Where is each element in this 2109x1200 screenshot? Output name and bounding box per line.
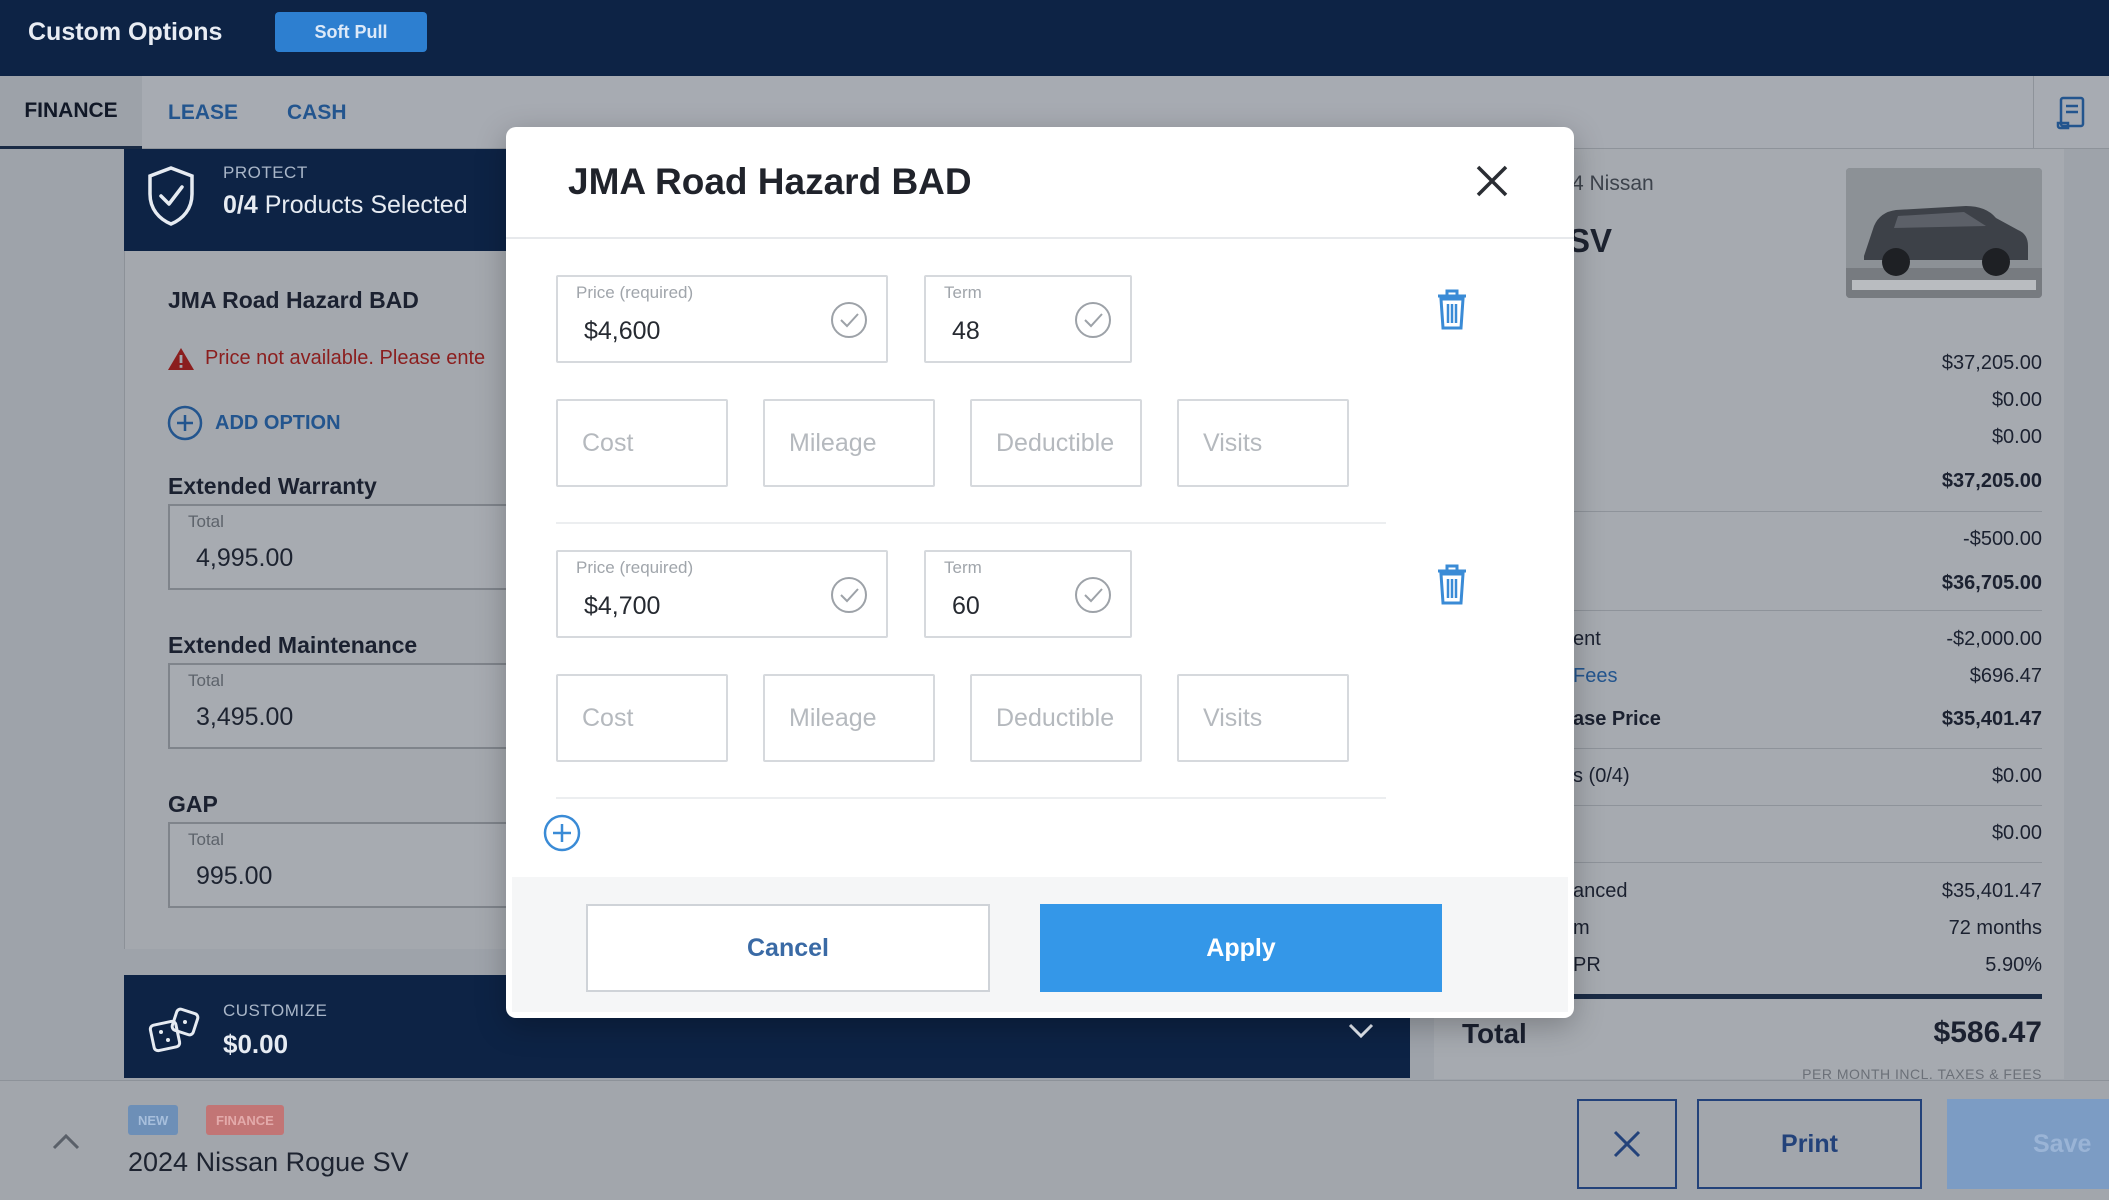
total-label: Total: [1462, 1018, 1527, 1049]
chevron-down-icon[interactable]: [1348, 1023, 1374, 1039]
gap-label: GAP: [168, 791, 218, 817]
cancel-button[interactable]: Cancel: [586, 904, 990, 992]
extended-warranty-total[interactable]: Total 4,995.00: [168, 504, 508, 590]
app-title: Custom Options: [28, 18, 223, 46]
vehicle-name: 2024 Nissan Rogue SV: [128, 1147, 409, 1177]
add-option-icon[interactable]: [542, 813, 582, 853]
deductible-field[interactable]: Deductible: [970, 399, 1142, 487]
trash-icon[interactable]: [1434, 562, 1470, 606]
finance-badge: FINANCE: [206, 1105, 284, 1135]
option-divider: [556, 797, 1386, 799]
visits-field[interactable]: Visits: [1177, 399, 1349, 487]
extended-maintenance-total[interactable]: Total 3,495.00: [168, 663, 508, 749]
tab-cash[interactable]: CASH: [265, 76, 369, 149]
add-option-button[interactable]: ADD OPTION: [167, 405, 341, 441]
total-divider: [1560, 994, 2042, 999]
protect-header[interactable]: PROTECT 0/4 Products Selected: [124, 149, 524, 251]
protect-label: PROTECT: [223, 163, 308, 182]
divider: [1560, 805, 2042, 806]
footer-bar: NEW FINANCE 2024 Nissan Rogue SV Print S…: [0, 1080, 2109, 1200]
mileage-field[interactable]: Mileage: [763, 399, 935, 487]
tab-finance[interactable]: FINANCE: [0, 76, 142, 149]
option-divider: [556, 522, 1386, 524]
apply-button[interactable]: Apply: [1040, 904, 1442, 992]
extended-warranty-label: Extended Warranty: [168, 473, 377, 499]
tab-lease[interactable]: LEASE: [146, 76, 260, 149]
vehicle-make: 4 Nissan: [1572, 172, 1654, 195]
chevron-up-icon[interactable]: [52, 1133, 80, 1151]
term-field[interactable]: Term 60: [924, 550, 1132, 638]
cost-field[interactable]: Cost: [556, 674, 728, 762]
check-circle-icon: [1075, 577, 1111, 613]
mileage-field[interactable]: Mileage: [763, 674, 935, 762]
check-circle-icon: [1075, 302, 1111, 338]
customize-label: CUSTOMIZE: [223, 1001, 328, 1020]
extended-maintenance-label: Extended Maintenance: [168, 632, 418, 658]
top-header: Custom Options Soft Pull: [0, 0, 2109, 76]
divider: [1560, 610, 2042, 611]
close-icon[interactable]: [1470, 159, 1514, 203]
plus-circle-icon: [167, 405, 203, 441]
check-circle-icon: [831, 302, 867, 338]
product-options-modal: JMA Road Hazard BAD Price (required) $4,…: [506, 127, 1574, 1018]
new-badge: NEW: [128, 1105, 179, 1135]
product-name: JMA Road Hazard BAD: [168, 287, 419, 313]
price-warning: Price not available. Please ente: [167, 346, 485, 371]
products-selected: 0/4 Products Selected: [223, 191, 468, 219]
modal-title: JMA Road Hazard BAD: [568, 161, 972, 202]
customize-value: $0.00: [223, 1029, 289, 1059]
divider: [1560, 511, 2042, 512]
trash-icon[interactable]: [1434, 287, 1470, 331]
soft-pull-button[interactable]: Soft Pull: [275, 12, 427, 52]
close-icon: [1613, 1130, 1641, 1158]
vehicle-image: [1846, 168, 2042, 298]
cost-field[interactable]: Cost: [556, 399, 728, 487]
gap-total[interactable]: Total 995.00: [168, 822, 508, 908]
warning-icon: [168, 348, 194, 370]
deductible-field[interactable]: Deductible: [970, 674, 1142, 762]
total-value: $586.47: [1933, 1016, 2042, 1049]
header-divider: [506, 237, 1574, 239]
price-field[interactable]: Price (required) $4,700: [556, 550, 888, 638]
visits-field[interactable]: Visits: [1177, 674, 1349, 762]
print-button[interactable]: Print: [1697, 1099, 1922, 1189]
save-button[interactable]: Save: [1947, 1099, 2109, 1189]
check-circle-icon: [831, 577, 867, 613]
document-icon[interactable]: [2033, 76, 2109, 149]
discard-button[interactable]: [1577, 1099, 1677, 1189]
dice-icon: [148, 1007, 200, 1053]
divider: [1560, 862, 2042, 863]
term-field[interactable]: Term 48: [924, 275, 1132, 363]
divider: [1560, 748, 2042, 749]
shield-check-icon: [148, 166, 194, 226]
price-field[interactable]: Price (required) $4,600: [556, 275, 888, 363]
vehicle-model: SV: [1568, 222, 1613, 259]
